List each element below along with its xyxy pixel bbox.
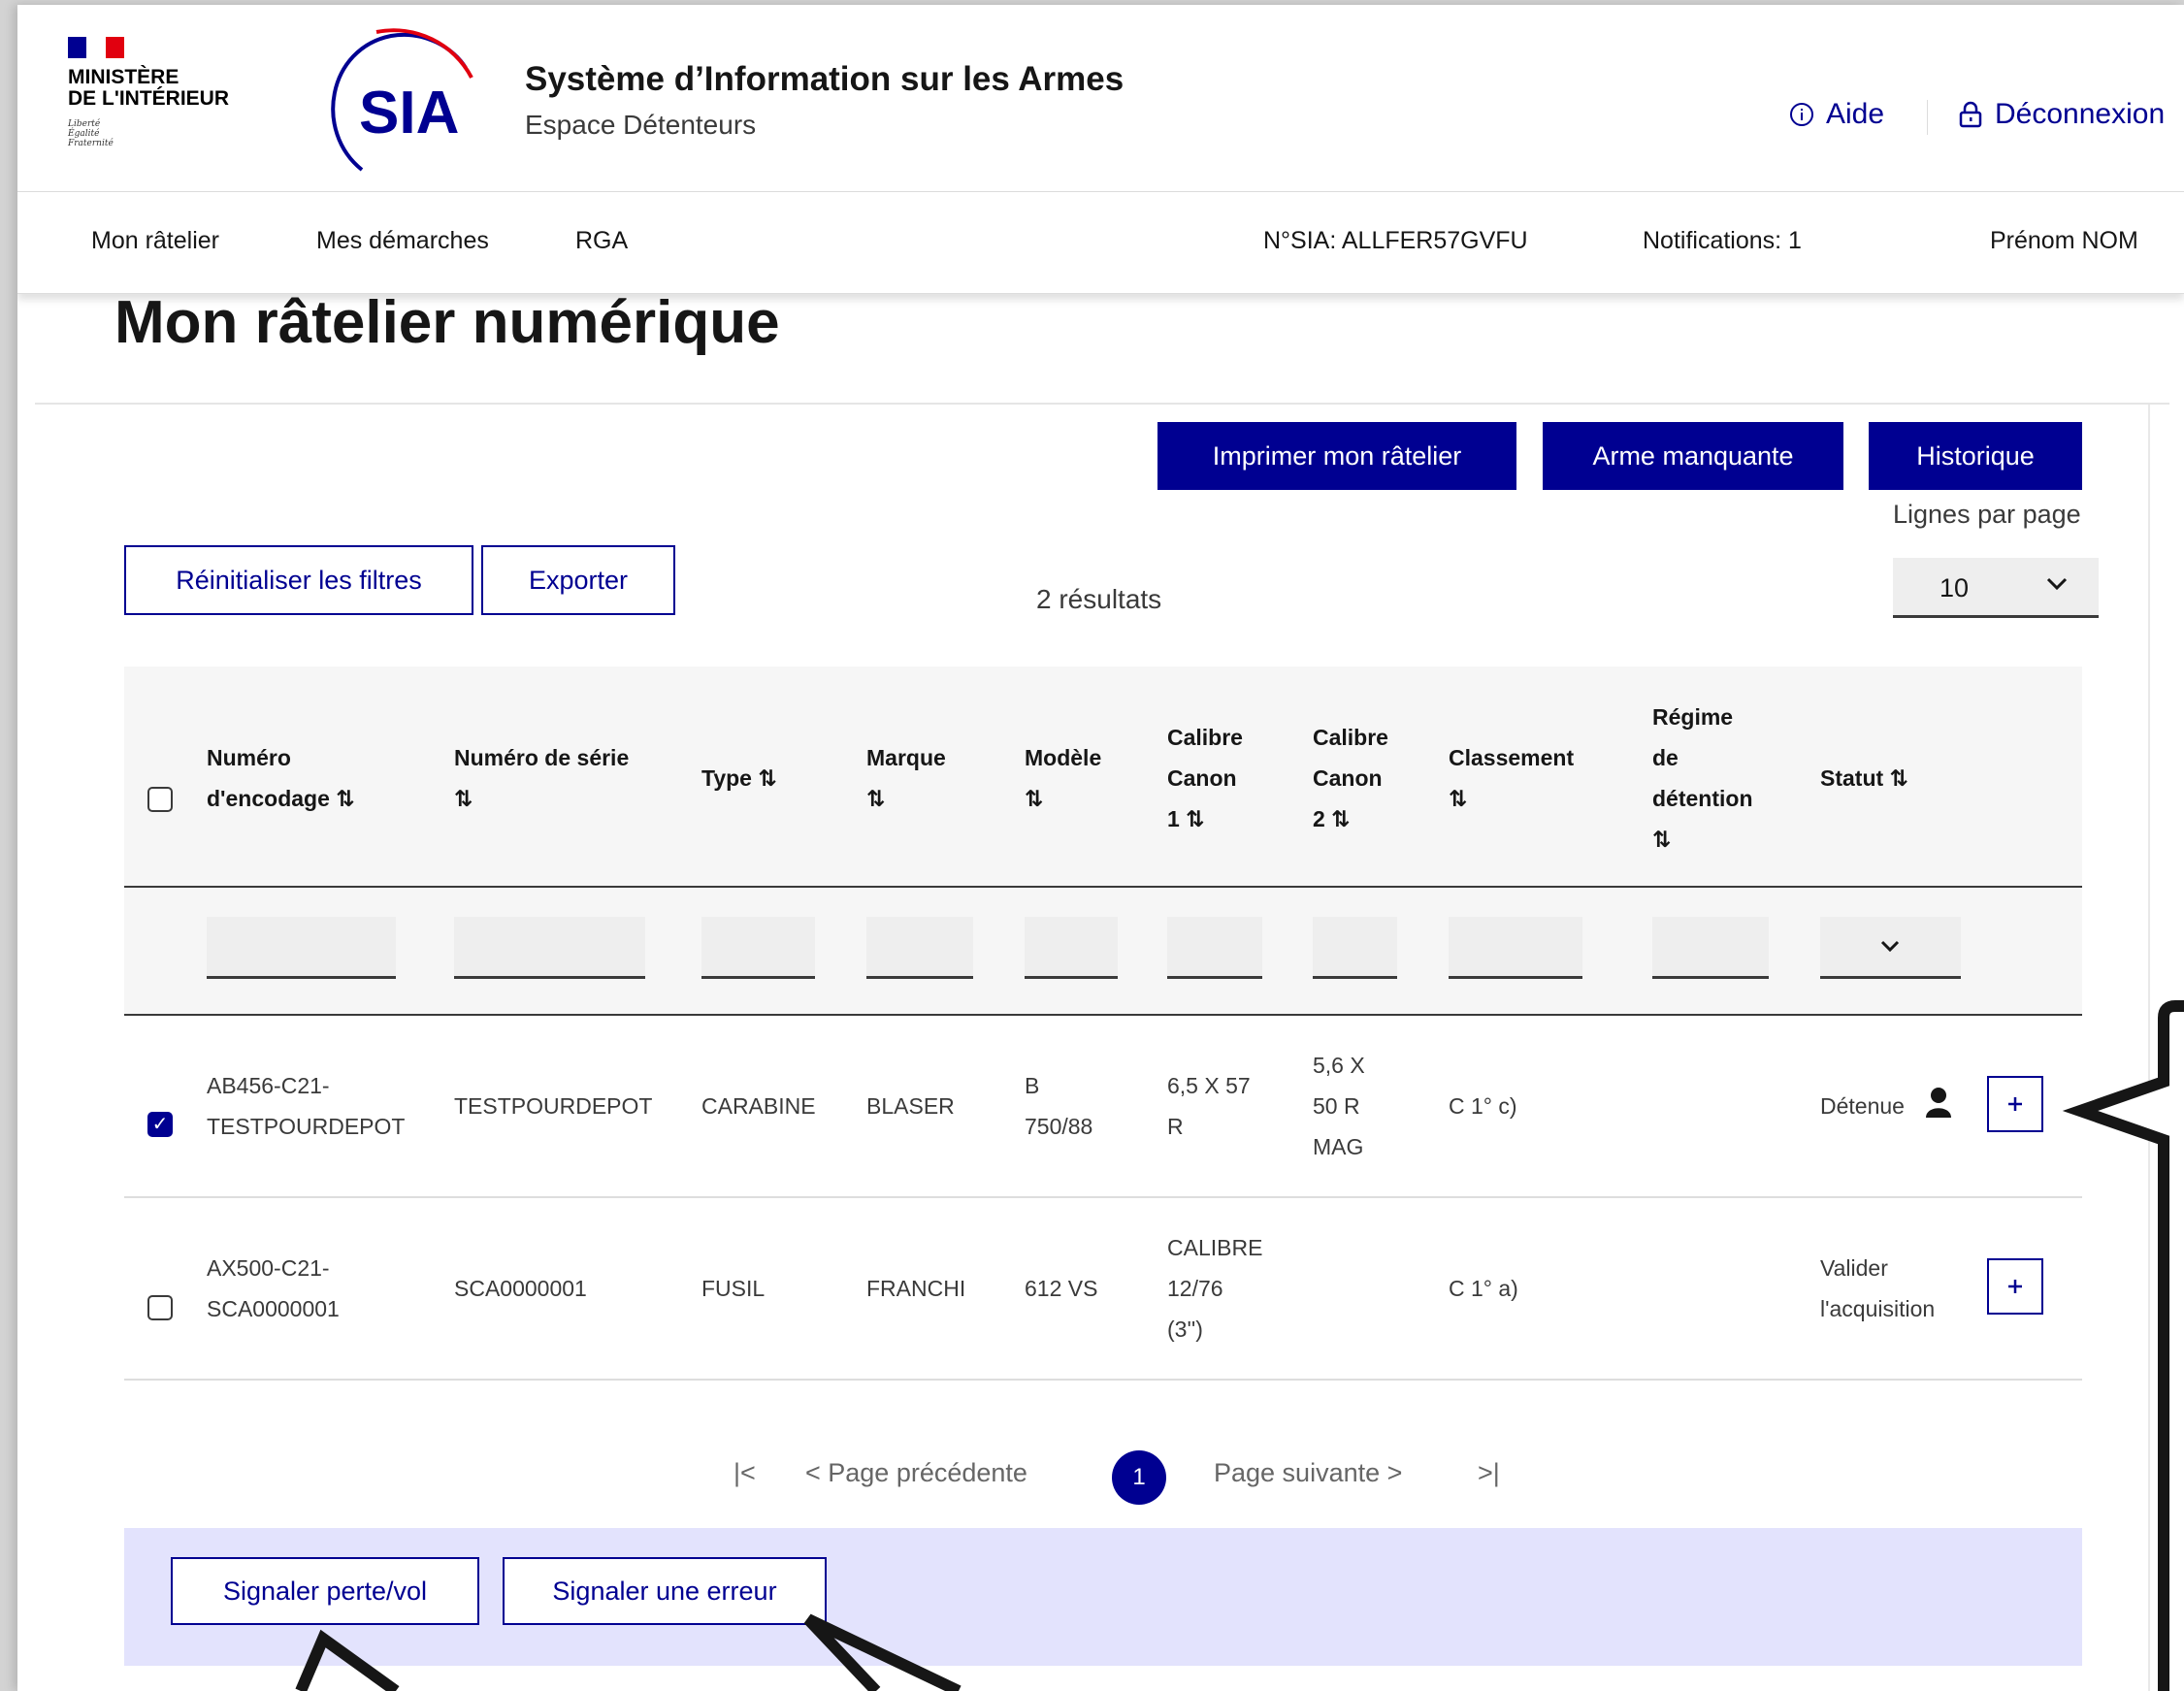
- filter-calibre2-input[interactable]: [1313, 917, 1397, 979]
- cell-calibre1: CALIBRE 12/76 (3''): [1167, 1235, 1263, 1342]
- report-loss-button[interactable]: Signaler perte/vol: [171, 1557, 479, 1625]
- column-header-encodage[interactable]: Numéro d'encodage ⇅: [207, 737, 355, 819]
- chevron-down-icon: [1880, 940, 1900, 952]
- logout-link[interactable]: Déconnexion: [1958, 98, 2165, 131]
- app-window: MINISTÈRE DE L'INTÉRIEUR Liberté Égalité…: [17, 5, 2184, 1691]
- marianne-logo: [68, 37, 124, 58]
- row-checkbox[interactable]: ✓: [147, 1112, 173, 1137]
- callout-arrow-right: [2062, 1000, 2184, 1691]
- republic-motto: Liberté Égalité Fraternité: [68, 119, 114, 148]
- lines-per-page-label: Lignes par page: [1893, 500, 2081, 529]
- row-checkbox[interactable]: [147, 1295, 173, 1320]
- sia-number: N°SIA: ALLFER57GVFU: [1263, 227, 1528, 254]
- row-details-button[interactable]: [1987, 1258, 2043, 1315]
- filter-serie-input[interactable]: [454, 917, 645, 979]
- header-separator: [1927, 100, 1928, 135]
- page-title: Mon râtelier numérique: [114, 289, 780, 356]
- column-header-marque[interactable]: Marque ⇅: [866, 737, 946, 819]
- cell-marque: BLASER: [866, 1093, 955, 1119]
- sia-logo-text: SIA: [359, 80, 459, 146]
- cell-serie: SCA0000001: [454, 1276, 587, 1301]
- export-button[interactable]: Exporter: [481, 545, 675, 615]
- help-label: Aide: [1826, 98, 1885, 130]
- filter-classement-input[interactable]: [1449, 917, 1582, 979]
- cell-serie: TESTPOURDEPOT: [454, 1093, 653, 1119]
- cell-modele: 612 VS: [1025, 1276, 1098, 1301]
- notifications-link[interactable]: Notifications: 1: [1643, 227, 1802, 255]
- sia-logo[interactable]: SIA: [309, 24, 483, 179]
- cell-type: FUSIL: [701, 1276, 766, 1301]
- cell-calibre2: 5,6 X 50 R MAG: [1313, 1053, 1365, 1159]
- column-header-calibre1[interactable]: Calibre Canon 1 ⇅: [1167, 717, 1243, 839]
- chevron-down-icon: [2046, 571, 2068, 597]
- row-details-button[interactable]: [1987, 1076, 2043, 1132]
- plus-icon: [2008, 1280, 2022, 1293]
- logout-label: Déconnexion: [1995, 98, 2166, 130]
- next-page-button[interactable]: Page suivante >: [1214, 1458, 1402, 1488]
- column-header-type[interactable]: Type ⇅: [701, 758, 777, 798]
- column-header-statut[interactable]: Statut ⇅: [1820, 758, 1908, 798]
- filter-row: [124, 888, 2082, 1016]
- cell-calibre1: 6,5 X 57 R: [1167, 1073, 1251, 1139]
- last-page-button[interactable]: >|: [1478, 1458, 1500, 1488]
- ministry-name: MINISTÈRE DE L'INTÉRIEUR: [68, 66, 230, 110]
- cell-encodage: AB456-C21- TESTPOURDEPOT: [207, 1073, 406, 1139]
- filter-statut-select[interactable]: [1820, 917, 1961, 979]
- cell-modele: B 750/88: [1025, 1073, 1093, 1139]
- filter-regime-input[interactable]: [1652, 917, 1769, 979]
- current-page[interactable]: 1: [1112, 1450, 1166, 1505]
- column-header-modele[interactable]: Modèle ⇅: [1025, 737, 1101, 819]
- nav-item-mon-ratelier[interactable]: Mon râtelier: [91, 227, 219, 255]
- lines-per-page-value: 10: [1940, 573, 1970, 602]
- cell-type: CARABINE: [701, 1093, 816, 1119]
- results-count: 2 résultats: [1036, 584, 1162, 614]
- missing-weapon-button[interactable]: Arme manquante: [1543, 422, 1843, 490]
- site-title: Système d’Information sur les Armes: [525, 60, 1125, 98]
- nav-item-mes-demarches[interactable]: Mes démarches: [316, 227, 489, 255]
- bottom-action-bar: Signaler perte/vol Signaler une erreur: [124, 1528, 2082, 1666]
- filter-marque-input[interactable]: [866, 917, 973, 979]
- filter-modele-input[interactable]: [1025, 917, 1118, 979]
- cell-encodage: AX500-C21- SCA0000001: [207, 1255, 340, 1321]
- user-name[interactable]: Prénom NOM: [1990, 227, 2138, 255]
- first-page-button[interactable]: |<: [733, 1458, 756, 1488]
- site-header: MINISTÈRE DE L'INTÉRIEUR Liberté Égalité…: [17, 5, 2184, 192]
- cell-marque: FRANCHI: [866, 1276, 966, 1301]
- column-header-classement[interactable]: Classement ⇅: [1449, 737, 1574, 819]
- cell-statut[interactable]: Valider l'acquisition: [1820, 1248, 1935, 1329]
- title-divider: [35, 403, 2169, 405]
- cell-statut: Détenue: [1820, 1093, 1905, 1119]
- column-header-serie[interactable]: Numéro de série ⇅: [454, 737, 629, 819]
- report-error-button[interactable]: Signaler une erreur: [503, 1557, 827, 1625]
- content-border: [2148, 405, 2150, 1691]
- reset-filters-button[interactable]: Réinitialiser les filtres: [124, 545, 473, 615]
- print-rack-button[interactable]: Imprimer mon râtelier: [1157, 422, 1516, 490]
- user-icon: [1926, 1088, 1951, 1118]
- nav-item-rga[interactable]: RGA: [575, 227, 628, 255]
- cell-classement: C 1° a): [1449, 1276, 1518, 1301]
- french-flag-icon: [68, 37, 124, 58]
- previous-page-button[interactable]: < Page précédente: [805, 1458, 1027, 1488]
- sia-arc-icon: SIA: [331, 28, 473, 172]
- history-button[interactable]: Historique: [1869, 422, 2082, 490]
- plus-icon: [2008, 1097, 2022, 1111]
- filter-type-input[interactable]: [701, 917, 815, 979]
- info-icon: [1790, 103, 1813, 126]
- lines-per-page-select[interactable]: 10: [1893, 558, 2099, 618]
- column-header-regime[interactable]: Régime de détention ⇅: [1652, 697, 1753, 860]
- select-all-checkbox[interactable]: [147, 787, 173, 812]
- column-header-calibre2[interactable]: Calibre Canon 2 ⇅: [1313, 717, 1388, 839]
- filter-calibre1-input[interactable]: [1167, 917, 1262, 979]
- filter-encodage-input[interactable]: [207, 917, 396, 979]
- main-nav: Mon râtelier Mes démarches RGA N°SIA: AL…: [17, 192, 2184, 294]
- table-header: Numéro d'encodage ⇅ Numéro de série ⇅ Ty…: [124, 667, 2082, 888]
- lock-icon: [1959, 101, 1982, 128]
- site-subtitle: Espace Détenteurs: [525, 110, 757, 140]
- table-row: AX500-C21- SCA0000001 SCA0000001 FUSIL F…: [124, 1198, 2082, 1381]
- help-link[interactable]: Aide: [1789, 98, 1884, 131]
- table-row: ✓ AB456-C21- TESTPOURDEPOT TESTPOURDEPOT…: [124, 1016, 2082, 1198]
- cell-classement: C 1° c): [1449, 1093, 1517, 1119]
